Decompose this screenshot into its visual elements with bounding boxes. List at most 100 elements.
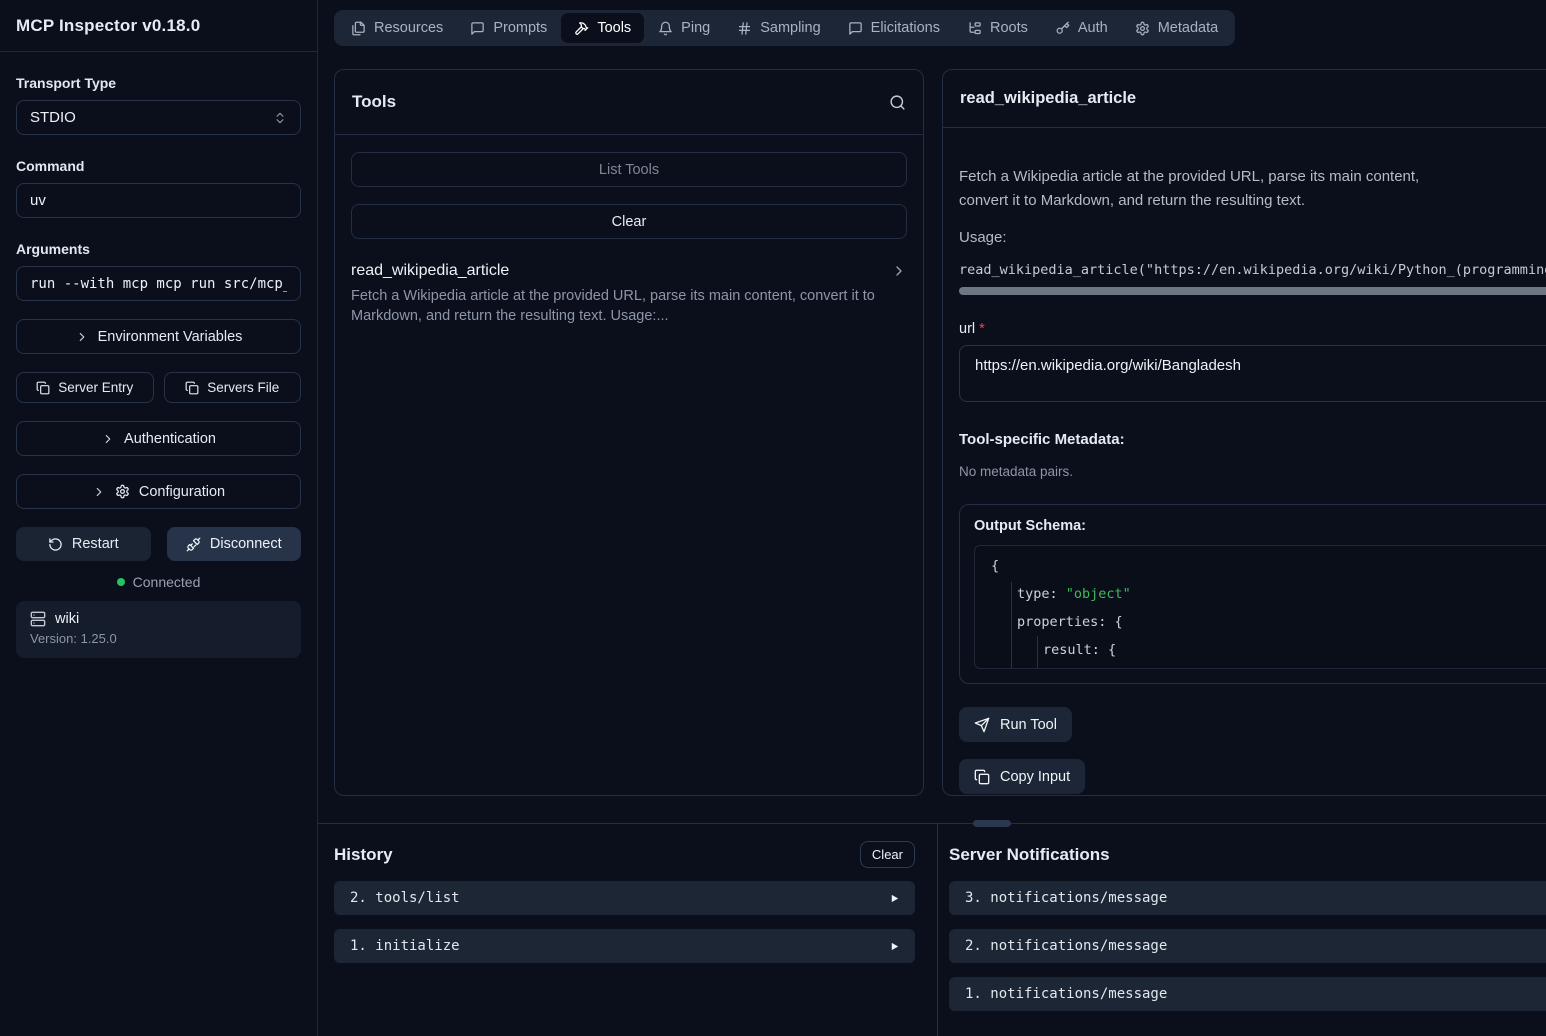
tab-ping[interactable]: Ping [645, 13, 723, 43]
horizontal-scrollbar[interactable] [959, 287, 1546, 295]
files-icon [351, 21, 366, 36]
copy-icon [185, 381, 199, 395]
chevron-right-icon [101, 432, 115, 446]
history-row-label: 2. tools/list [350, 890, 460, 906]
clear-history-button[interactable]: Clear [860, 841, 915, 868]
environment-variables-label: Environment Variables [98, 329, 243, 345]
history-row[interactable]: 1. initialize [334, 929, 915, 963]
code-line: { [975, 552, 1546, 580]
history-title: History [334, 845, 393, 865]
server-notifications-panel: Server Notifications Clear 3. notificati… [938, 824, 1546, 1036]
tab-elicitations[interactable]: Elicitations [835, 13, 953, 43]
tools-panel-title: Tools [352, 92, 396, 112]
disconnect-label: Disconnect [210, 536, 282, 552]
notification-row[interactable]: 1. notifications/message [949, 977, 1546, 1011]
panel-divider [318, 823, 1546, 824]
no-metadata-text: No metadata pairs. [959, 464, 1546, 479]
tab-tools[interactable]: Tools [561, 13, 644, 43]
authentication-button[interactable]: Authentication [16, 421, 301, 456]
arguments-input[interactable] [16, 266, 301, 301]
top-nav: Resources Prompts Tools Ping Sampling El… [334, 10, 1235, 46]
code-line: properties: { [975, 608, 1546, 636]
copy-input-button[interactable]: Copy Input [959, 759, 1085, 794]
restart-icon [48, 537, 63, 552]
tab-label: Auth [1078, 20, 1108, 36]
notification-row-label: 2. notifications/message [965, 938, 1167, 954]
notification-row-label: 3. notifications/message [965, 890, 1167, 906]
authentication-label: Authentication [124, 431, 216, 447]
tab-label: Resources [374, 20, 443, 36]
tab-label: Prompts [493, 20, 547, 36]
resize-handle[interactable] [973, 820, 1011, 827]
tool-detail-description: Fetch a Wikipedia article at the provide… [959, 165, 1546, 213]
gear-icon [1135, 21, 1150, 36]
connection-status: Connected [16, 574, 301, 590]
connection-status-label: Connected [133, 574, 201, 590]
configuration-label: Configuration [139, 484, 225, 500]
restart-label: Restart [72, 536, 119, 552]
tab-roots[interactable]: Roots [954, 13, 1041, 43]
tool-list-item[interactable]: read_wikipedia_article Fetch a Wikipedia… [351, 262, 907, 326]
tab-label: Ping [681, 20, 710, 36]
gear-icon [115, 484, 130, 499]
app-title: MCP Inspector v0.18.0 [16, 16, 200, 36]
required-asterisk: * [979, 321, 985, 337]
configuration-button[interactable]: Configuration [16, 474, 301, 509]
chevron-right-icon [75, 330, 89, 344]
servers-file-button[interactable]: Servers File [164, 372, 302, 403]
tab-metadata[interactable]: Metadata [1122, 13, 1231, 43]
connected-dot-icon [117, 578, 125, 586]
url-input[interactable]: https://en.wikipedia.org/wiki/Bangladesh [959, 345, 1546, 402]
history-row[interactable]: 2. tools/list [334, 881, 915, 915]
tab-auth[interactable]: Auth [1042, 13, 1121, 43]
server-entry-button[interactable]: Server Entry [16, 372, 154, 403]
tab-sampling[interactable]: Sampling [724, 13, 833, 43]
message-square-icon [470, 21, 485, 36]
copy-icon [36, 381, 50, 395]
unplug-icon [186, 537, 201, 552]
transport-type-select[interactable]: STDIO [16, 100, 301, 135]
tab-resources[interactable]: Resources [338, 13, 456, 43]
output-schema-box: Output Schema: Expand { [959, 504, 1546, 684]
folder-tree-icon [967, 21, 982, 36]
tab-prompts[interactable]: Prompts [457, 13, 560, 43]
tools-panel: Tools List Tools Clear read_wikipedia_ar… [334, 69, 924, 796]
run-tool-button[interactable]: Run Tool [959, 707, 1072, 742]
search-icon[interactable] [889, 94, 906, 111]
tab-label: Sampling [760, 20, 820, 36]
server-icon [30, 611, 46, 627]
disconnect-button[interactable]: Disconnect [167, 527, 302, 561]
tab-label: Tools [597, 20, 631, 36]
servers-file-label: Servers File [207, 380, 279, 395]
schema-code-block: { type: "object" properties: { result: {… [974, 545, 1546, 669]
clear-tools-button[interactable]: Clear [351, 204, 907, 239]
history-row-label: 1. initialize [350, 938, 460, 954]
scrollbar-thumb[interactable] [959, 287, 1546, 295]
server-info-card: wiki Version: 1.25.0 [16, 601, 301, 658]
server-version: Version: 1.25.0 [30, 631, 287, 646]
tool-detail-panel: read_wikipedia_article Fetch a Wikipedia… [942, 69, 1546, 796]
app-header: MCP Inspector v0.18.0 [0, 0, 317, 52]
usage-code: read_wikipedia_article("https://en.wikip… [959, 262, 1546, 278]
tool-description: Fetch a Wikipedia article at the provide… [351, 286, 891, 326]
history-panel: History Clear 2. tools/list 1. initializ… [318, 824, 938, 1036]
command-input[interactable] [16, 183, 301, 218]
notification-row[interactable]: 3. notifications/message [949, 881, 1546, 915]
main-area: Resources Prompts Tools Ping Sampling El… [318, 0, 1546, 1036]
tab-label: Metadata [1158, 20, 1218, 36]
notification-row[interactable]: 2. notifications/message [949, 929, 1546, 963]
sidebar: MCP Inspector v0.18.0 Transport Type STD… [0, 0, 318, 1036]
restart-button[interactable]: Restart [16, 527, 151, 561]
arguments-label: Arguments [16, 241, 301, 257]
output-schema-label: Output Schema: [974, 518, 1086, 534]
chevron-right-icon [92, 485, 106, 499]
tab-label: Roots [990, 20, 1028, 36]
list-tools-button[interactable]: List Tools [351, 152, 907, 187]
code-line: title: "Result" [975, 664, 1546, 669]
send-icon [974, 717, 990, 733]
play-icon [889, 941, 900, 952]
transport-type-label: Transport Type [16, 75, 301, 91]
usage-label: Usage: [959, 229, 1546, 246]
server-name: wiki [55, 611, 79, 627]
environment-variables-button[interactable]: Environment Variables [16, 319, 301, 354]
